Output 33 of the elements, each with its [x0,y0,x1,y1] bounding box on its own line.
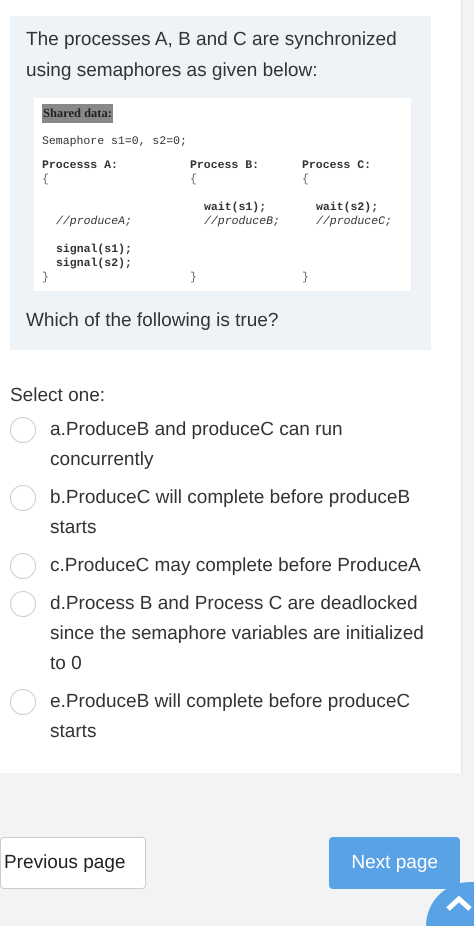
code-line: signal(s1); [55,243,133,258]
option-label: d.Process B and Process C are deadlocked since the semaphore variables are initialized to 0 [50,592,425,676]
option-label: c.ProduceC may complete before ProduceA [50,554,421,578]
code-line: wait(s2); [315,201,380,216]
radio-button[interactable] [10,552,36,579]
option-label: b.ProduceC will complete before produceB starts [50,486,412,540]
code-line: } [42,271,50,286]
option-label: e.ProduceB will complete before produceC starts [50,690,412,744]
chevron-up-icon [446,896,472,912]
code-heading: Shared data: [42,104,113,123]
option-label: a.ProduceB and produceC can run concurrently [50,418,344,472]
radio-button[interactable] [10,590,36,617]
question-text: The processes A, B and C are synchronized using semaphores as given below: [26,28,398,83]
code-line: { [42,173,50,188]
code-line: } [190,271,198,286]
question-prompt: Which of the following is true? [26,309,280,334]
code-line: wait(s1); [203,201,268,216]
previous-page-button[interactable]: Previous page [0,836,146,890]
radio-button[interactable] [10,416,36,443]
code-line: { [190,173,198,188]
code-line: Processs A: [42,159,119,174]
code-line: Semaphore s1=0, s2=0; [42,135,188,150]
code-line: //produceA; [55,215,133,230]
code-line: //produceC; [315,215,393,230]
code-line: //produceB; [203,215,281,230]
code-line: signal(s2); [55,257,133,272]
code-line: Process B: [190,159,260,174]
radio-button[interactable] [10,688,36,715]
select-label: Select one: [10,384,106,408]
code-line: { [302,173,310,188]
radio-button[interactable] [10,484,36,511]
code-line: } [302,271,310,286]
code-line: Process C: [302,159,372,174]
